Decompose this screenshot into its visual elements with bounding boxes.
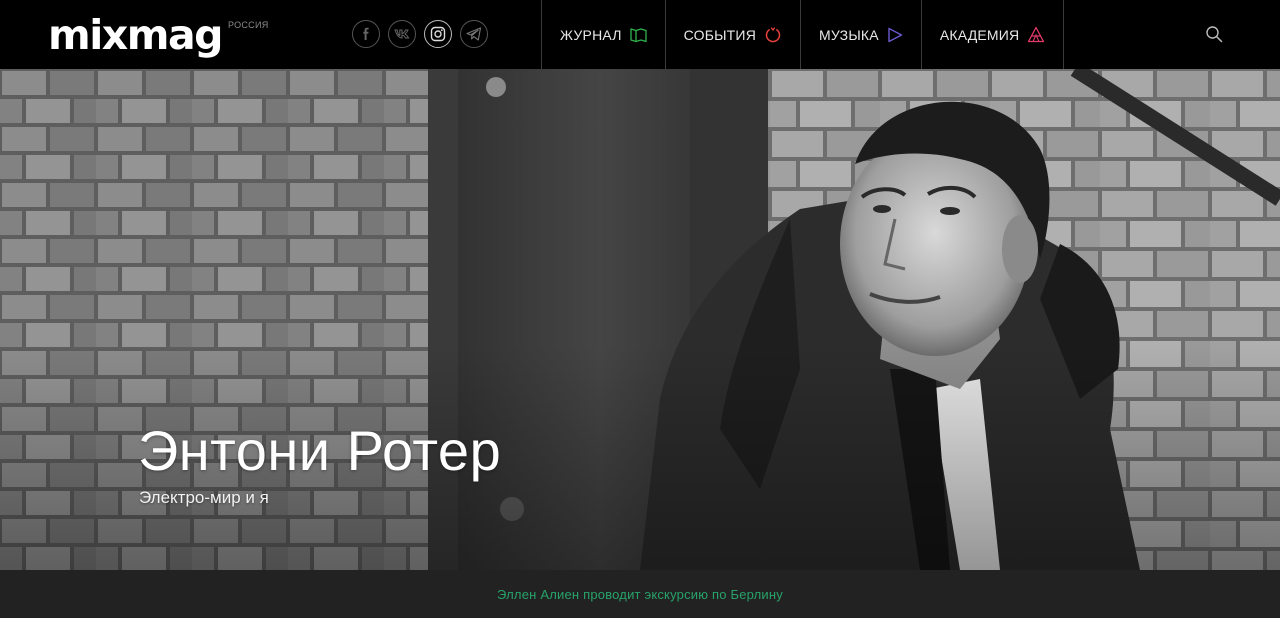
vk-link[interactable]	[388, 20, 416, 48]
telegram-link[interactable]	[460, 20, 488, 48]
play-icon	[888, 27, 903, 42]
nav-item-journal[interactable]: ЖУРНАЛ	[541, 0, 665, 69]
search-button[interactable]	[1205, 25, 1225, 45]
nav-label-academy: АКАДЕМИЯ	[939, 26, 1020, 43]
logo-wordmark[interactable]: mixmag	[48, 15, 223, 56]
nav-label-music: МУЗЫКА	[819, 26, 879, 43]
vk-icon	[394, 29, 410, 39]
power-icon	[765, 26, 781, 42]
nav-item-music[interactable]: МУЗЫКА	[800, 0, 921, 69]
nav-item-academy[interactable]: АКАДЕМИЯ	[920, 0, 1065, 69]
site-header: mixmag РОССИЯ ЖУРНАЛ СОБЫТИЯ МУЗЫКА АКАД…	[0, 0, 1280, 69]
logo-region-label: РОССИЯ	[227, 20, 269, 30]
search-icon	[1206, 26, 1223, 43]
nav-label-journal: ЖУРНАЛ	[560, 26, 622, 43]
ticker-link[interactable]: Эллен Алиен проводит экскурсию по Берлин…	[497, 587, 783, 602]
telegram-icon	[466, 27, 482, 41]
hero-banner[interactable]: Энтони Ротер Электро-мир и я	[0, 69, 1280, 570]
instagram-link[interactable]	[424, 20, 452, 48]
journal-icon	[629, 27, 647, 42]
social-links	[352, 20, 488, 48]
nav-item-events[interactable]: СОБЫТИЯ	[664, 0, 800, 69]
main-nav: ЖУРНАЛ СОБЫТИЯ МУЗЫКА АКАДЕМИЯ	[541, 0, 1065, 69]
hero-subtitle: Электро-мир и я	[139, 488, 269, 507]
facebook-link[interactable]	[352, 20, 380, 48]
site-logo[interactable]: mixmag РОССИЯ	[48, 15, 269, 63]
hero-title[interactable]: Энтони Ротер	[138, 419, 501, 483]
facebook-icon	[363, 27, 369, 40]
instagram-icon	[430, 26, 446, 42]
nav-label-events: СОБЫТИЯ	[683, 26, 757, 43]
academy-icon	[1028, 26, 1045, 43]
news-ticker: Эллен Алиен проводит экскурсию по Берлин…	[0, 570, 1280, 618]
